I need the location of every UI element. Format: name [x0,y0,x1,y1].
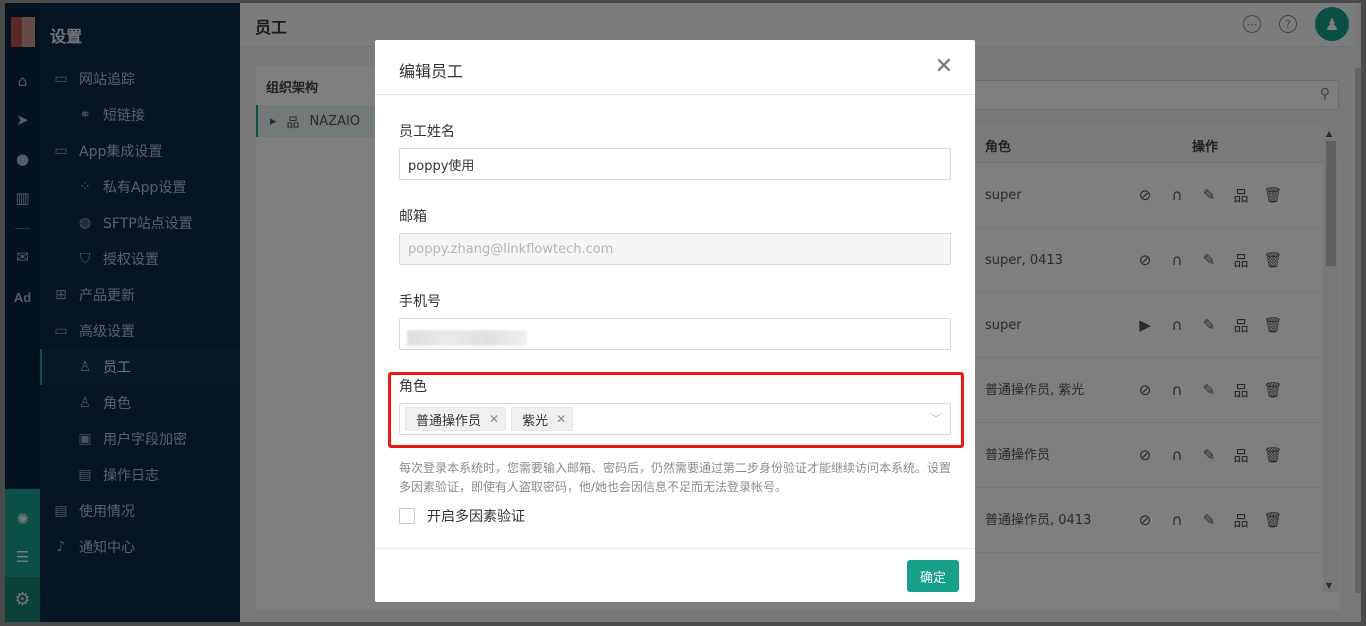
mfa-label: 开启多因素验证 [427,509,525,525]
highlight-box [388,372,964,448]
dialog-footer: 确定 [375,548,975,602]
phone-redacted [407,330,527,346]
dialog-title: 编辑员工 [399,62,464,81]
name-label: 员工姓名 [399,124,455,140]
name-field[interactable]: poppy使用 [399,148,951,180]
email-placeholder: poppy.zhang@linkflowtech.com [408,241,614,257]
phone-label: 手机号 [399,294,441,310]
close-icon[interactable]: ✕ [935,54,953,79]
edit-staff-dialog: 编辑员工 ✕ 员工姓名 poppy使用 邮箱 poppy.zhang@linkf… [375,40,975,602]
dialog-header: 编辑员工 ✕ [375,40,975,95]
email-field: poppy.zhang@linkflowtech.com [399,233,951,265]
mfa-help-text: 每次登录本系统时，您需要输入邮箱、密码后，仍然需要通过第二步身份验证才能继续访问… [399,461,952,494]
confirm-button[interactable]: 确定 [907,560,959,592]
mfa-checkbox[interactable]: 开启多因素验证 [399,506,525,526]
email-label: 邮箱 [399,209,427,225]
name-value: poppy使用 [408,158,475,174]
checkbox-box[interactable] [399,508,415,524]
